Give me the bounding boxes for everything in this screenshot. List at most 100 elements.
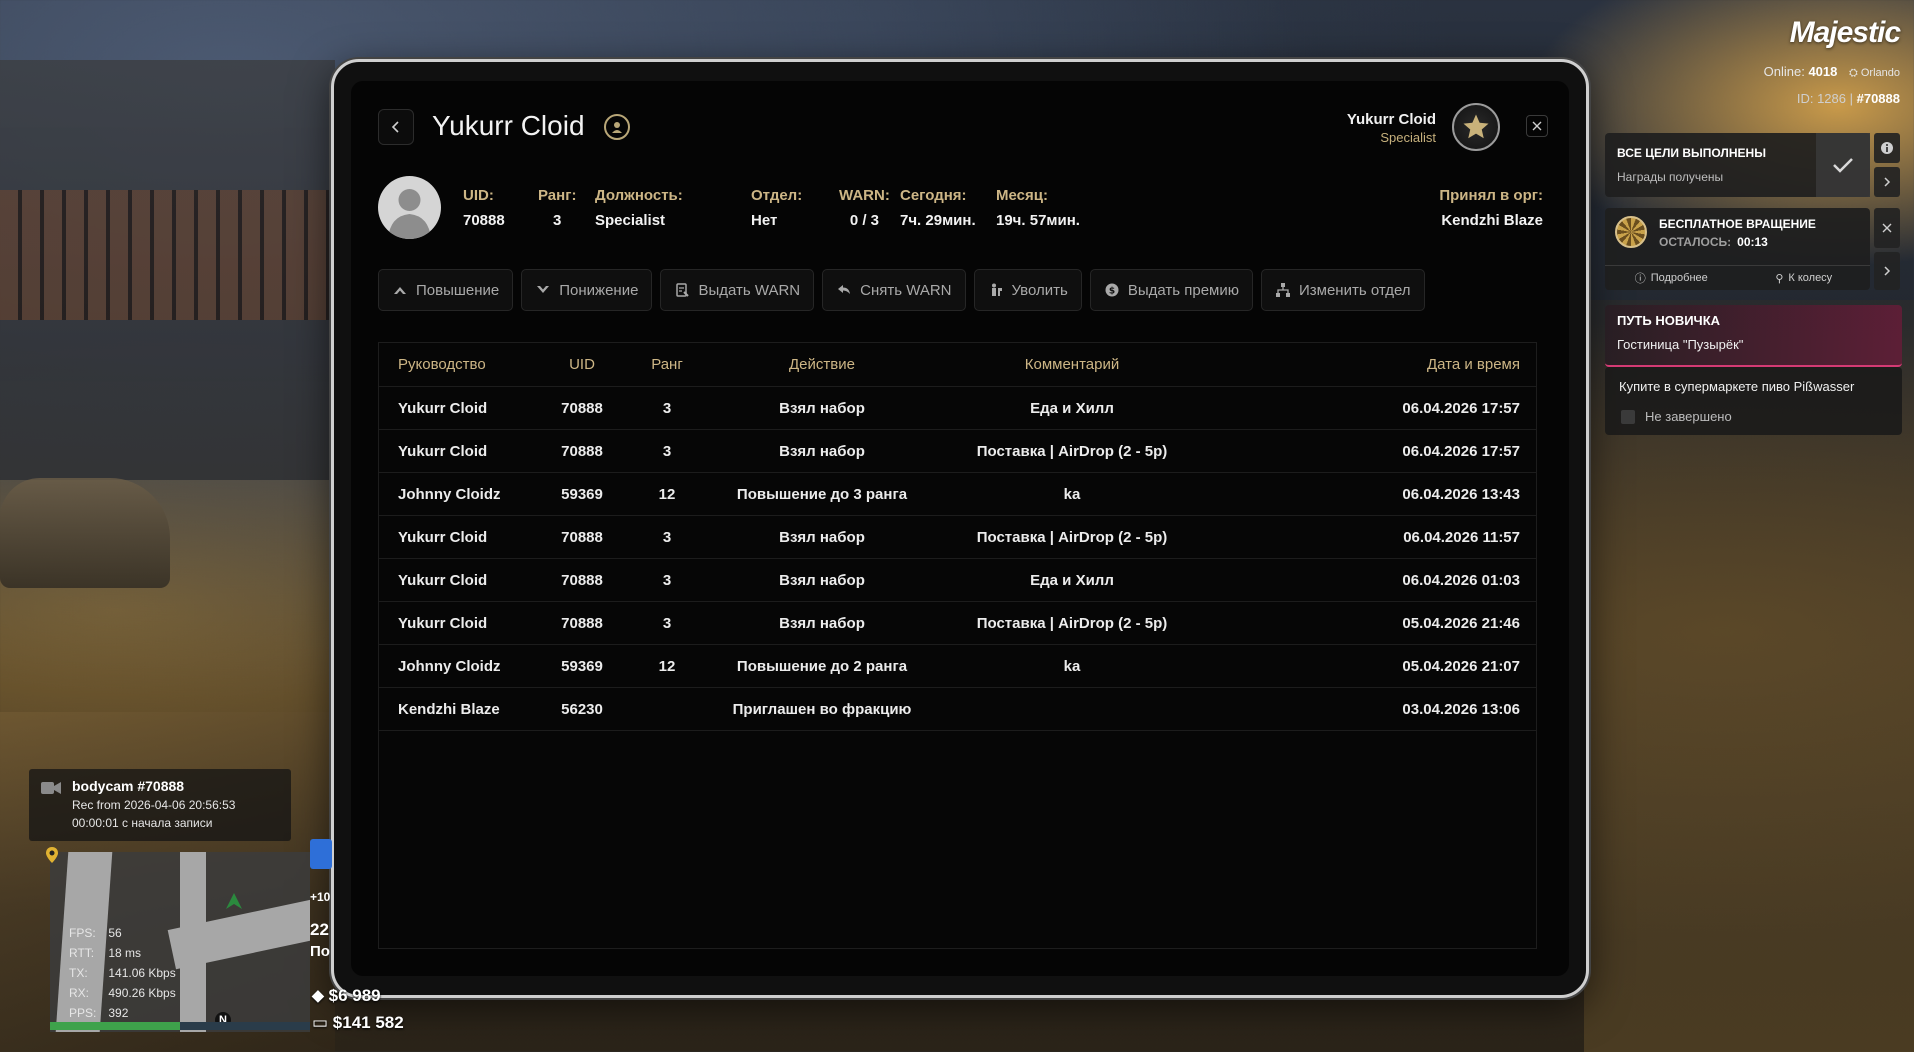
fire-person-icon [991, 283, 1002, 296]
cell-leader: Yukurr Cloid [398, 399, 488, 417]
net-stat-value: 392 [108, 1006, 129, 1020]
info-dept-value: Нет [751, 212, 778, 229]
net-stat: FPS: 56 [69, 923, 176, 943]
cell-comment: Поставка | AirDrop (2 - 5р) [976, 614, 1168, 632]
give-warn-button[interactable]: Выдать WARN [660, 269, 815, 311]
majestic-logo: Majestic [1789, 16, 1901, 49]
cell-leader: Yukurr Cloid [398, 442, 488, 460]
spin-timer: ОСТАЛОСЬ: 00:13 [1659, 235, 1768, 249]
city-name: Orlando [1860, 67, 1900, 79]
net-stats: FPS: 56 RTT: 18 ms TX: 141.06 Kbps RX: 490.… [69, 923, 176, 1023]
col-header-comment: Комментарий [1024, 356, 1120, 373]
table-row: Yukurr Cloid 70888 3 Взял набор Поставка | A… [379, 516, 1536, 559]
cell-action: Взял набор [779, 442, 865, 460]
table-row: Johnny Cloidz 59369 12 Повышение до 2 ранга… [379, 645, 1536, 688]
fire-button[interactable]: Уволить [973, 269, 1082, 311]
spin-more-label: Подробнее [1650, 272, 1708, 284]
bodycam-overlay: bodycam #70888 Rec from 2026-04-06 20:56… [29, 769, 291, 841]
change-dept-button[interactable]: Изменить отдел [1260, 269, 1425, 311]
promote-label: Повышение [416, 281, 500, 299]
cell-datetime: 06.04.2026 11:57 [1403, 528, 1520, 546]
player-id-value: #70888 [1856, 91, 1900, 106]
info-icon[interactable] [1874, 133, 1900, 163]
player-id: ID: 1286 | #70888 [1797, 91, 1900, 106]
player-id-label: ID: 1286 | [1796, 91, 1853, 106]
rank-star-icon [1452, 103, 1500, 151]
goals-title: ВСЕ ЦЕЛИ ВЫПОЛНЕНЫ [1617, 146, 1766, 160]
waypoint-icon [46, 847, 58, 863]
bank-amount: ▭ $141 582 [312, 1013, 404, 1033]
table-row: Yukurr Cloid 70888 3 Взял набор Поставка | A… [379, 602, 1536, 645]
table-row: Yukurr Cloid 70888 3 Взял набор Еда и Хилл 06… [379, 559, 1536, 602]
info-warn-label: WARN: [839, 187, 890, 204]
player-marker-icon [226, 893, 242, 909]
cell-rank: 3 [662, 442, 672, 460]
col-header-uid: UID [569, 356, 595, 373]
table-row: Johnny Cloidz 59369 12 Повышение до 3 ранга… [379, 473, 1536, 516]
give-warn-label: Выдать WARN [698, 281, 801, 299]
newbie-quest-card[interactable]: ПУТЬ НОВИЧКА Гостиница "Пузырёк" [1605, 305, 1902, 367]
remove-warn-button[interactable]: Снять WARN [822, 269, 966, 311]
map-pin-icon: ⚲ [1775, 272, 1784, 285]
col-header-rank: Ранг [651, 356, 683, 373]
info-uid-label: UID: [463, 187, 494, 204]
table-row: Yukurr Cloid 70888 3 Взял набор Еда и Хилл 06… [379, 387, 1536, 430]
background-building [0, 60, 335, 480]
net-stat-key: FPS: [69, 926, 96, 940]
hierarchy-icon [1275, 283, 1290, 297]
cell-uid: 59369 [561, 657, 603, 675]
spin-wheel-link[interactable]: ⚲ К колесу [1738, 266, 1871, 290]
free-spin-card: БЕСПЛАТНОЕ ВРАЩЕНИЕ ОСТАЛОСЬ: 00:13 ⓘ Подр… [1605, 208, 1870, 290]
info-accepted-value: Kendzhi Blaze [1441, 212, 1543, 229]
info-rank-value: 3 [553, 212, 562, 229]
net-stat: RTT: 18 ms [69, 943, 176, 963]
net-stat: TX: 141.06 Kbps [69, 963, 176, 983]
promote-button[interactable]: Повышение [378, 269, 514, 311]
cell-uid: 59369 [561, 485, 603, 503]
cell-rank: 12 [658, 657, 676, 675]
profile-icon[interactable] [604, 114, 630, 140]
group-button[interactable] [310, 839, 332, 869]
header-user-name: Yukurr Cloid [1346, 111, 1436, 128]
spin-expand-button[interactable] [1874, 252, 1900, 290]
demote-button[interactable]: Понижение [521, 269, 653, 311]
cash-amount: ⬥ $6 989 [312, 986, 381, 1006]
col-header-datetime: Дата и время [1426, 356, 1520, 373]
back-button[interactable] [378, 109, 414, 145]
cell-action: Взял набор [779, 571, 865, 589]
cell-rank: 12 [658, 485, 676, 503]
change-dept-label: Изменить отдел [1298, 281, 1411, 299]
cell-datetime: 06.04.2026 17:57 [1402, 399, 1520, 417]
member-panel: Yukurr Cloid Yukurr Cloid Specialist UID… [351, 81, 1569, 976]
goals-expand-button[interactable] [1874, 167, 1900, 197]
net-stat-key: TX: [69, 966, 88, 980]
header-user-role: Specialist [1380, 130, 1436, 145]
close-button[interactable] [1526, 115, 1548, 137]
cell-leader: Johnny Cloidz [398, 485, 501, 503]
remove-warn-label: Снять WARN [860, 281, 952, 299]
cell-comment: Еда и Хилл [1030, 399, 1114, 417]
spin-more-link[interactable]: ⓘ Подробнее [1605, 266, 1738, 290]
quest-task-card: Купите в супермаркете пиво Pißwasser Не … [1605, 367, 1902, 435]
info-month-value: 19ч. 57мин. [996, 212, 1080, 229]
task-text: Купите в супермаркете пиво Pißwasser [1619, 379, 1855, 394]
info-small-icon: ⓘ [1634, 273, 1646, 285]
goals-subtitle: Награды получены [1617, 170, 1724, 184]
table-row: Kendzhi Blaze 56230 Приглашен во фракцию 03… [379, 688, 1536, 731]
net-stat-key: RX: [69, 986, 90, 1000]
side-num-text: 22 [310, 920, 329, 939]
chevron-left-icon [391, 121, 399, 133]
cell-uid: 70888 [561, 571, 603, 589]
cell-uid: 70888 [561, 442, 603, 460]
cell-action: Взял набор [779, 614, 865, 632]
give-bonus-button[interactable]: $ Выдать премию [1089, 269, 1253, 311]
undo-icon [838, 285, 851, 294]
header-user: Yukurr Cloid Specialist [1347, 111, 1436, 145]
give-bonus-label: Выдать премию [1127, 281, 1239, 299]
spin-close-button[interactable] [1874, 208, 1900, 248]
cash-value: $6 989 [328, 986, 381, 1005]
table-header: Руководство UID Ранг Действие Комментари… [379, 343, 1536, 387]
info-position: Должность: Specialist [595, 187, 683, 229]
health-bar [50, 1022, 310, 1030]
cell-comment: Поставка | AirDrop (2 - 5р) [976, 528, 1168, 546]
